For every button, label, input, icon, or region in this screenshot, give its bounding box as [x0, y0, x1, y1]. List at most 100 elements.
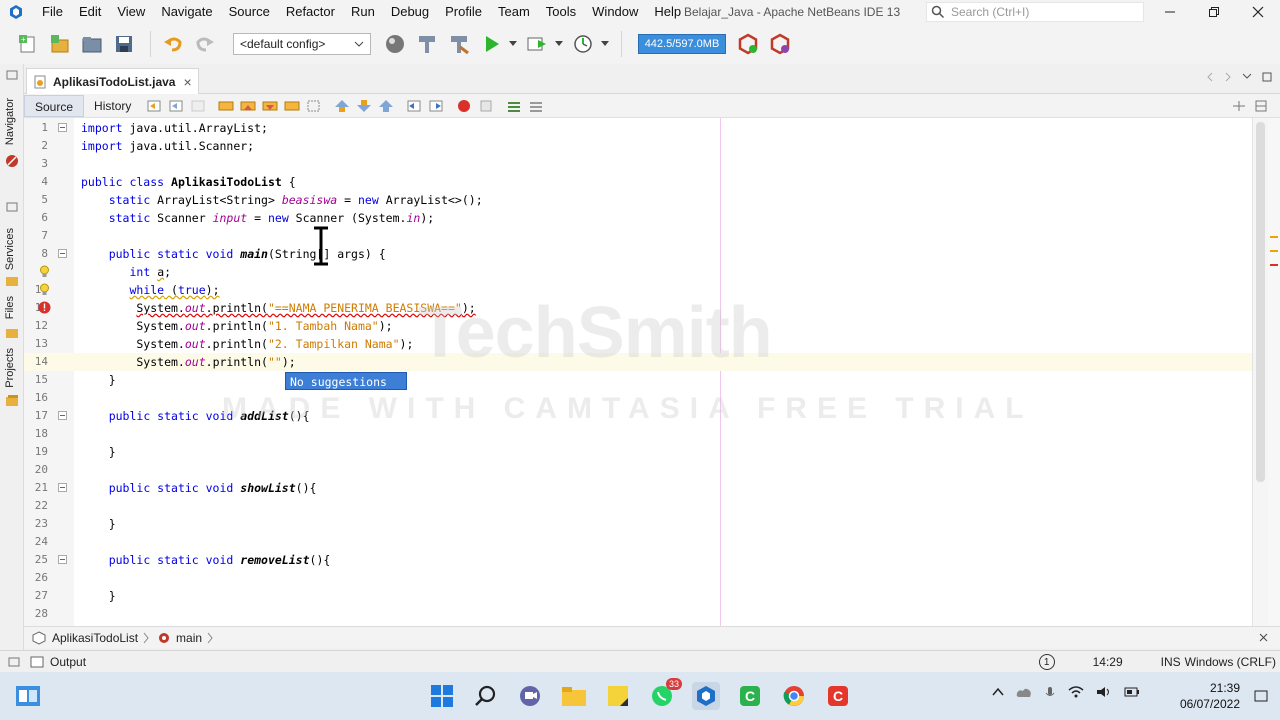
menu-refactor[interactable]: Refactor	[278, 0, 343, 24]
camtasia-button[interactable]: C	[736, 682, 764, 710]
error-mark[interactable]	[1270, 264, 1278, 266]
code-line[interactable]: 28	[24, 605, 1252, 623]
chevron-left-icon[interactable]	[1206, 72, 1214, 82]
fold-toggle[interactable]	[58, 411, 67, 420]
whatsapp-button[interactable]: 33	[648, 678, 682, 710]
battery-icon[interactable]	[1124, 686, 1140, 698]
navigator-tab[interactable]: Navigator	[4, 98, 16, 145]
chevron-up-icon[interactable]	[992, 686, 1004, 698]
camtasia-recorder-button[interactable]: C	[824, 682, 852, 710]
menu-view[interactable]: View	[109, 0, 153, 24]
close-icon[interactable]	[1259, 633, 1268, 642]
code-line[interactable]: 26	[24, 569, 1252, 587]
forward-button[interactable]	[189, 97, 207, 115]
code-line[interactable]: 21 public static void showList(){	[24, 479, 1252, 497]
code-line[interactable]: 5 static ArrayList<String> beasiswa = ne…	[24, 191, 1252, 209]
menu-source[interactable]: Source	[221, 0, 278, 24]
clock[interactable]: 21:39 06/07/2022	[1180, 680, 1240, 712]
cloud-icon[interactable]	[1016, 686, 1032, 698]
menu-navigate[interactable]: Navigate	[153, 0, 220, 24]
code-line[interactable]: 22	[24, 497, 1252, 515]
menu-file[interactable]: File	[34, 0, 71, 24]
services-panel-icon[interactable]	[6, 202, 18, 212]
code-line[interactable]: 3	[24, 155, 1252, 173]
volume-icon[interactable]	[1096, 686, 1112, 698]
profiler-snapshot-button[interactable]	[766, 30, 794, 58]
minimize-output-icon[interactable]	[8, 657, 20, 667]
wifi-icon[interactable]	[1068, 686, 1084, 698]
projects-tab[interactable]: Projects	[4, 348, 16, 388]
completion-popup[interactable]: No suggestions	[285, 372, 407, 390]
next-bookmark-button[interactable]	[355, 97, 373, 115]
warning-mark[interactable]	[1270, 250, 1278, 252]
sticky-notes-button[interactable]	[604, 682, 632, 710]
code-line[interactable]: 25 public static void removeList(){	[24, 551, 1252, 569]
microphone-icon[interactable]	[1044, 686, 1056, 700]
menu-profile[interactable]: Profile	[437, 0, 490, 24]
last-edit-button[interactable]	[145, 97, 163, 115]
search-box[interactable]	[926, 2, 1144, 22]
shift-left-button[interactable]	[405, 97, 423, 115]
files-tab[interactable]: Files	[4, 296, 16, 319]
toggle-bookmark-button[interactable]	[377, 97, 395, 115]
config-select[interactable]: <default config>	[233, 33, 371, 55]
output-tab[interactable]: Output	[50, 655, 86, 669]
start-macro-button[interactable]	[455, 97, 473, 115]
scroll-thumb[interactable]	[1256, 122, 1265, 482]
back-button[interactable]	[167, 97, 185, 115]
prev-bookmark-button[interactable]	[333, 97, 351, 115]
fold-toggle[interactable]	[58, 483, 67, 492]
maximize-window-icon[interactable]	[1262, 72, 1272, 82]
chevron-down-icon[interactable]	[1242, 72, 1252, 80]
code-line[interactable]: 2 import java.util.Scanner;	[24, 137, 1252, 155]
menu-window[interactable]: Window	[584, 0, 646, 24]
code-line[interactable]: 19 }	[24, 443, 1252, 461]
minimize-panel-icon[interactable]	[6, 70, 18, 80]
new-file-button[interactable]: +	[14, 30, 42, 58]
code-line[interactable]: 20	[24, 461, 1252, 479]
file-explorer-button[interactable]	[560, 682, 588, 710]
error-stripe[interactable]	[1268, 118, 1280, 626]
vertical-scrollbar[interactable]	[1252, 118, 1268, 626]
fold-toggle[interactable]	[58, 123, 67, 132]
fold-toggle[interactable]	[58, 555, 67, 564]
history-tab[interactable]: History	[84, 95, 141, 117]
code-line[interactable]: 8 public static void main(String[] args)…	[24, 245, 1252, 263]
split-editor-button[interactable]	[1230, 97, 1248, 115]
services-tab[interactable]: Services	[4, 228, 16, 270]
rect-selection-button[interactable]	[305, 97, 323, 115]
warning-hint-icon[interactable]	[38, 265, 51, 278]
code-line[interactable]: 24	[24, 533, 1252, 551]
stop-macro-button[interactable]	[477, 97, 495, 115]
code-line[interactable]: 7	[24, 227, 1252, 245]
clean-build-button[interactable]	[445, 30, 473, 58]
menu-team[interactable]: Team	[490, 0, 538, 24]
fold-toggle[interactable]	[58, 249, 67, 258]
code-line[interactable]: 23 }	[24, 515, 1252, 533]
code-line[interactable]: 6 static Scanner input = new Scanner (Sy…	[24, 209, 1252, 227]
code-line[interactable]: 9 int a;	[24, 263, 1252, 281]
search-taskbar-button[interactable]	[472, 682, 500, 710]
teams-button[interactable]	[516, 682, 544, 710]
notifications-badge[interactable]: 1	[1038, 654, 1055, 670]
code-line[interactable]: 1 import java.util.ArrayList;	[24, 119, 1252, 137]
chrome-button[interactable]	[780, 682, 808, 710]
comment-button[interactable]	[505, 97, 523, 115]
error-icon[interactable]	[38, 301, 51, 314]
close-button[interactable]	[1236, 0, 1280, 24]
search-input[interactable]	[951, 5, 1131, 19]
menu-tools[interactable]: Tools	[538, 0, 584, 24]
code-line[interactable]: 18	[24, 425, 1252, 443]
undo-button[interactable]	[159, 30, 187, 58]
redo-button[interactable]	[191, 30, 219, 58]
minimize-button[interactable]	[1148, 0, 1192, 24]
menu-debug[interactable]: Debug	[383, 0, 437, 24]
shift-right-button[interactable]	[427, 97, 445, 115]
tab-close-icon[interactable]: ×	[183, 74, 191, 90]
debug-dropdown-icon[interactable]	[555, 41, 563, 47]
warning-hint-icon[interactable]	[38, 283, 51, 296]
netbeans-taskbar-button[interactable]	[692, 682, 720, 710]
file-tab[interactable]: AplikasiTodoList.java ×	[26, 68, 199, 94]
warning-mark[interactable]	[1270, 236, 1278, 238]
maximize-button[interactable]	[1192, 0, 1236, 24]
